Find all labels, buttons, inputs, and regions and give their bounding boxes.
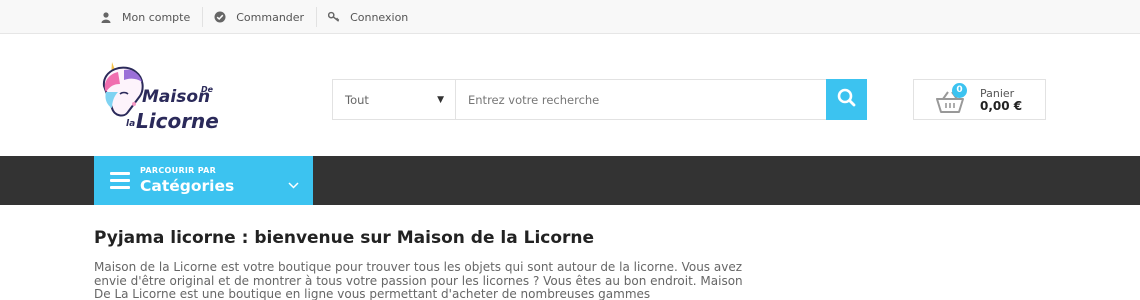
categories-label: Catégories bbox=[140, 177, 235, 195]
intro-paragraph: Maison de la Licorne est votre boutique … bbox=[94, 260, 743, 300]
account-link[interactable]: Mon compte bbox=[94, 7, 204, 27]
check-circle-icon bbox=[214, 11, 226, 23]
search-input[interactable] bbox=[456, 80, 866, 119]
user-icon bbox=[100, 11, 112, 23]
login-link[interactable]: Connexion bbox=[317, 7, 420, 27]
account-label: Mon compte bbox=[122, 10, 191, 24]
site-logo[interactable]: Maison De la Licorne bbox=[98, 56, 220, 134]
menu-icon bbox=[110, 172, 130, 189]
login-label: Connexion bbox=[350, 10, 409, 24]
cart-count-badge: 0 bbox=[952, 82, 967, 98]
basket-icon: 0 bbox=[936, 82, 972, 115]
checkout-label: Commander bbox=[236, 10, 305, 24]
logo-text-la: la bbox=[126, 119, 135, 129]
logo-text-licorne: Licorne bbox=[136, 109, 219, 133]
key-icon bbox=[328, 11, 340, 23]
search-button[interactable] bbox=[826, 79, 867, 120]
search-category-select[interactable]: Tout ▼ bbox=[333, 80, 456, 119]
page-title: Pyjama licorne : bienvenue sur Maison de… bbox=[94, 228, 595, 248]
account-nav: Mon compte Commander Connexion bbox=[94, 0, 420, 34]
logo-text-de: De bbox=[201, 85, 214, 94]
search-category-value: Tout bbox=[345, 92, 369, 107]
search-icon bbox=[837, 88, 856, 111]
cart-widget[interactable]: 0 Panier 0,00 € bbox=[913, 79, 1046, 120]
caret-down-icon: ▼ bbox=[437, 94, 444, 105]
cart-label: Panier bbox=[980, 86, 1015, 100]
categories-small-label: PARCOURIR PAR bbox=[140, 166, 217, 175]
search-bar: Tout ▼ bbox=[332, 79, 867, 120]
top-bar: Mon compte Commander Connexion bbox=[0, 0, 1140, 34]
logo-text-maison: Maison bbox=[142, 87, 210, 107]
cart-amount: 0,00 € bbox=[980, 98, 1023, 113]
categories-menu-button[interactable]: PARCOURIR PAR Catégories bbox=[94, 156, 313, 205]
checkout-link[interactable]: Commander bbox=[203, 7, 318, 27]
chevron-down-icon bbox=[288, 174, 299, 193]
